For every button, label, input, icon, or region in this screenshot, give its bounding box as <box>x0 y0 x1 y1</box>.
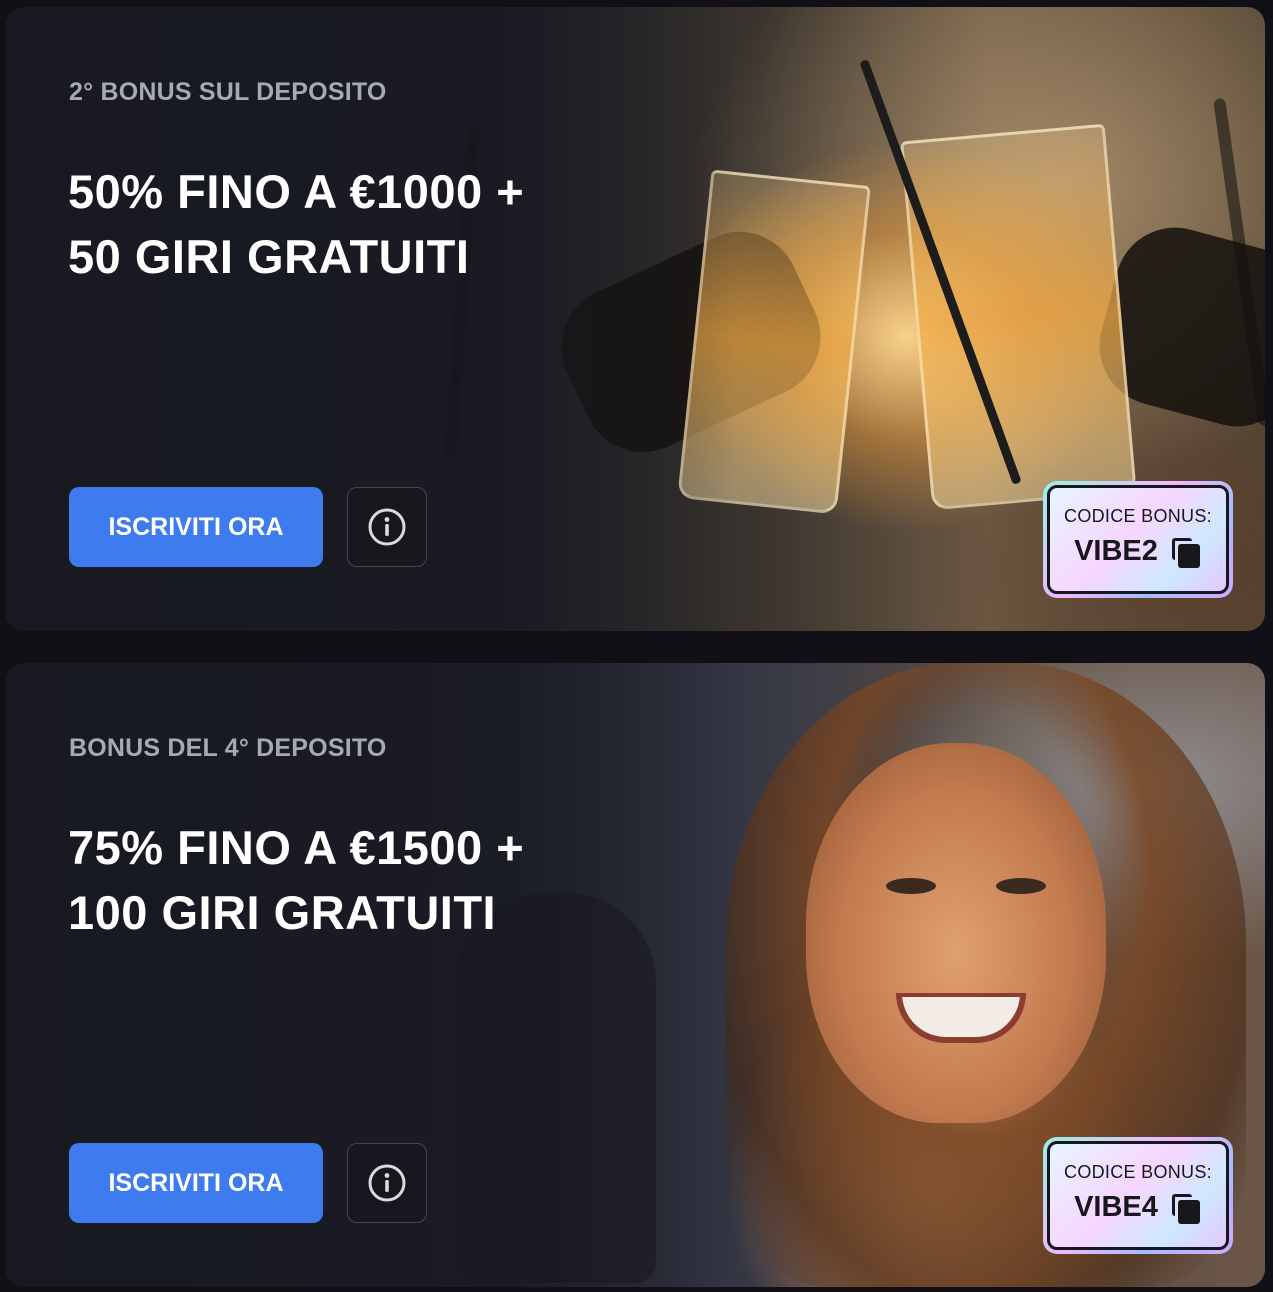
copy-icon[interactable] <box>1170 1192 1202 1224</box>
bonus-code-box: CODICE BONUS: VIBE4 <box>1043 1137 1233 1254</box>
info-button[interactable] <box>347 1143 427 1223</box>
info-icon <box>368 508 406 546</box>
bonus-code-box: CODICE BONUS: VIBE2 <box>1043 481 1233 598</box>
headline-line-2: 50 GIRI GRATUITI <box>68 230 470 283</box>
signup-button[interactable]: ISCRIVITI ORA <box>69 487 323 567</box>
headline-line-1: 50% FINO A €1000 + <box>68 165 525 218</box>
headline-line-1: 75% FINO A €1500 + <box>68 821 525 874</box>
info-icon <box>368 1164 406 1202</box>
bonus-code-value: VIBE4 <box>1074 1191 1158 1223</box>
bonus-subtitle: 2° BONUS SUL DEPOSITO <box>69 78 387 106</box>
bonus-code-label: CODICE BONUS: <box>1064 1162 1212 1182</box>
copy-icon-front <box>1177 1199 1200 1224</box>
bonus-code-row: VIBE2 <box>1074 535 1202 568</box>
bonus-code-inner: CODICE BONUS: VIBE4 <box>1047 1141 1229 1250</box>
signup-button[interactable]: ISCRIVITI ORA <box>69 1143 323 1223</box>
bonus-headline: 75% FINO A €1500 + 100 GIRI GRATUITI <box>68 815 524 945</box>
copy-icon[interactable] <box>1170 536 1202 568</box>
info-button[interactable] <box>347 487 427 567</box>
bonus-code-row: VIBE4 <box>1074 1191 1202 1224</box>
bonus-card-4th-deposit: BONUS DEL 4° DEPOSITO 75% FINO A €1500 +… <box>6 663 1265 1287</box>
bonus-code-inner: CODICE BONUS: VIBE2 <box>1047 485 1229 594</box>
bonus-headline: 50% FINO A €1000 + 50 GIRI GRATUITI <box>68 159 524 289</box>
bonus-code-value: VIBE2 <box>1074 535 1158 567</box>
bonus-code-label: CODICE BONUS: <box>1064 506 1212 526</box>
copy-icon-front <box>1177 543 1200 568</box>
headline-line-2: 100 GIRI GRATUITI <box>68 886 497 939</box>
bonus-card-2nd-deposit: 2° BONUS SUL DEPOSITO 50% FINO A €1000 +… <box>6 7 1265 631</box>
bonus-subtitle: BONUS DEL 4° DEPOSITO <box>69 734 387 762</box>
